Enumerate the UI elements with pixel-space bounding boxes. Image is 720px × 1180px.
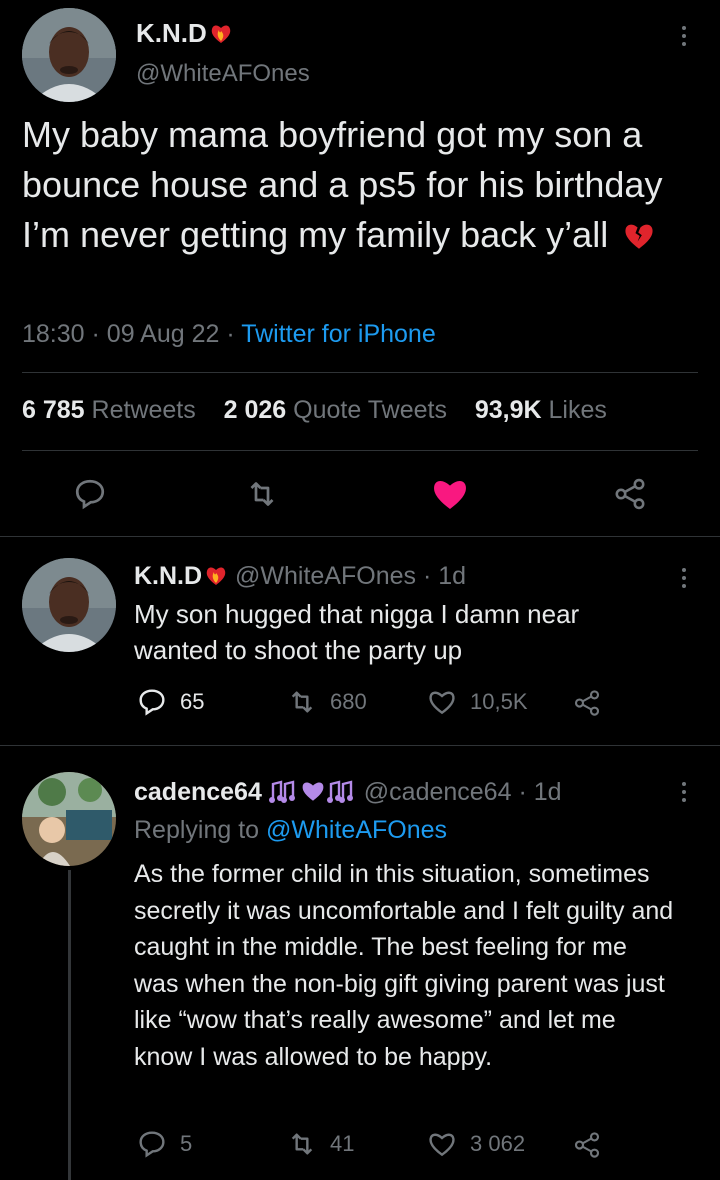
share-icon[interactable]	[572, 688, 602, 718]
display-name[interactable]: K.N.D	[136, 18, 207, 48]
share-icon[interactable]	[612, 476, 648, 512]
retweet-count: 680	[330, 689, 367, 714]
liked-heart-icon[interactable]	[430, 474, 470, 514]
like-action[interactable]: 3 062	[426, 1128, 525, 1160]
fire-heart-emoji	[206, 567, 226, 585]
reply-count: 5	[180, 1131, 193, 1156]
divider	[0, 745, 720, 746]
tweet-time: 18:30	[22, 320, 85, 348]
reply-action[interactable]: 5	[136, 1128, 192, 1160]
reply-action[interactable]: 65	[136, 686, 204, 718]
like-action[interactable]: 10,5K	[426, 686, 528, 718]
share-icon[interactable]	[572, 1130, 602, 1160]
avatar-photo	[22, 558, 116, 652]
tweet-date: 09 Aug 22	[106, 320, 220, 348]
divider	[22, 450, 698, 451]
tweet-text: My baby mama boyfriend got my son a boun…	[22, 114, 663, 255]
more-options-icon[interactable]	[682, 778, 686, 806]
quote-tweets-stat[interactable]: 2 026 Quote Tweets	[224, 396, 447, 424]
retweet-action[interactable]: 41	[286, 1128, 354, 1160]
music-notes-emoji	[268, 780, 295, 803]
reply-icon	[139, 1131, 165, 1158]
like-count: 10,5K	[470, 689, 528, 714]
tweet-text: As the former child in this situation, s…	[134, 860, 674, 1071]
more-options-icon[interactable]	[682, 22, 686, 50]
retweets-stat[interactable]: 6 785 Retweets	[22, 396, 196, 424]
likes-stat[interactable]: 93,9K Likes	[475, 396, 607, 424]
display-name[interactable]: K.N.D	[134, 562, 202, 590]
heart-icon	[429, 691, 455, 715]
fire-heart-emoji	[211, 25, 231, 43]
more-options-icon[interactable]	[682, 564, 686, 592]
heart-icon	[429, 1133, 455, 1157]
tweet-source-link[interactable]: Twitter for iPhone	[241, 320, 436, 348]
retweet-icon[interactable]	[244, 476, 280, 512]
retweet-icon	[291, 1133, 313, 1155]
reply-icon	[139, 689, 165, 716]
purple-heart-emoji	[302, 782, 324, 801]
retweet-action[interactable]: 680	[286, 686, 367, 718]
tweet-age: 1d	[438, 562, 467, 590]
tweet-text: My son hugged that nigga I damn near wan…	[134, 599, 580, 665]
divider	[0, 536, 720, 537]
display-name[interactable]: cadence64	[134, 778, 262, 806]
divider	[22, 372, 698, 373]
handle[interactable]: @WhiteAFOnes	[136, 60, 310, 88]
avatar-photo	[22, 8, 116, 102]
retweet-count: 41	[330, 1131, 355, 1156]
retweet-icon	[291, 691, 313, 713]
reply-count: 65	[180, 689, 205, 714]
handle[interactable]: @WhiteAFOnes	[235, 562, 416, 590]
tweet-age: 1d	[533, 778, 562, 806]
replying-to-handle[interactable]: @WhiteAFOnes	[266, 816, 447, 844]
avatar[interactable]	[22, 8, 116, 102]
broken-heart-emoji	[625, 224, 653, 249]
handle[interactable]: @cadence64	[364, 778, 512, 806]
replying-to-label: Replying to	[134, 816, 260, 844]
music-notes-emoji	[326, 780, 353, 803]
avatar[interactable]	[22, 772, 116, 866]
engagement-stats: 6 785 Retweets 2 026 Quote Tweets 93,9K …	[22, 396, 607, 425]
avatar-photo	[22, 772, 116, 866]
thread-line	[68, 870, 71, 1180]
avatar[interactable]	[22, 558, 116, 652]
like-count: 3 062	[470, 1131, 526, 1156]
reply-icon[interactable]	[72, 476, 108, 512]
